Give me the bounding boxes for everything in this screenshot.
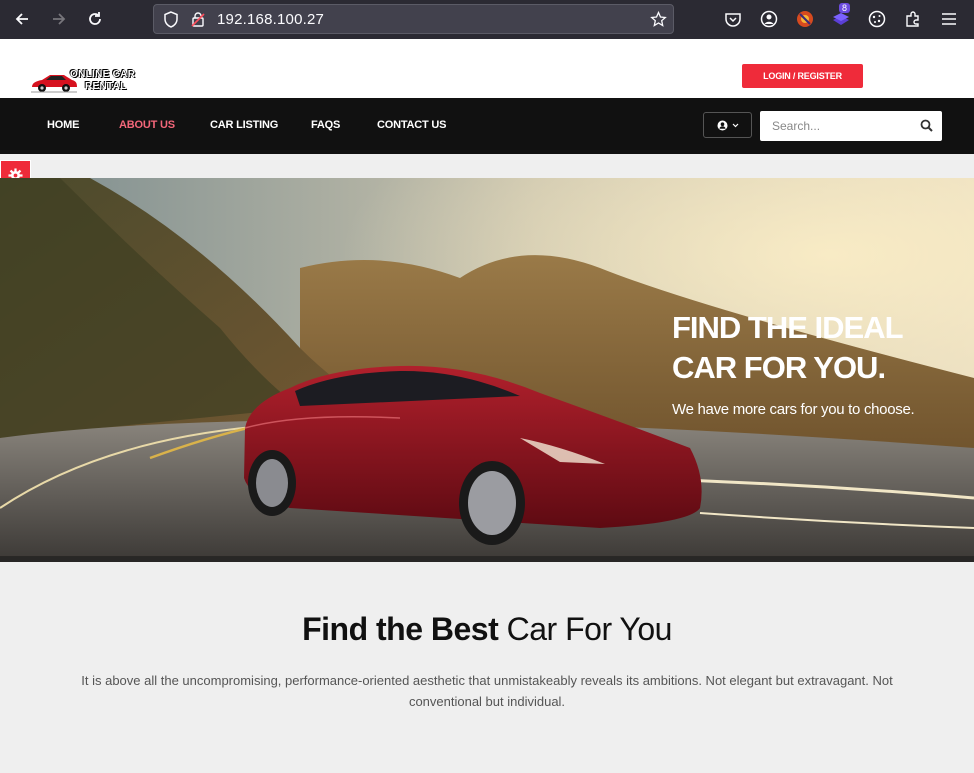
browser-toolbar: 192.168.100.27 8 — [0, 0, 974, 39]
address-bar[interactable]: 192.168.100.27 — [153, 4, 674, 34]
puzzle-icon — [906, 11, 919, 27]
hero-banner: FIND THE IDEAL CAR FOR YOU. We have more… — [0, 178, 974, 562]
hero-title: FIND THE IDEAL CAR FOR YOU. — [672, 308, 962, 388]
logo-text-line1: ONLINE CAR — [70, 69, 136, 81]
forward-button[interactable] — [48, 8, 70, 30]
section-title-bold: Find the Best — [302, 611, 499, 647]
site-header: ONLINE CAR RENTAL LOGIN / REGISTER — [0, 39, 974, 98]
site-logo[interactable]: ONLINE CAR RENTAL — [30, 68, 152, 96]
back-arrow-icon — [15, 13, 28, 25]
user-circle-icon — [717, 120, 727, 130]
nav-item-home[interactable]: HOME — [47, 119, 79, 131]
nav-item-about-us[interactable]: ABOUT US — [119, 119, 175, 131]
nav-item-faqs[interactable]: FAQS — [311, 119, 340, 131]
search-icon[interactable] — [920, 119, 933, 132]
nav-item-car-listing[interactable]: CAR LISTING — [210, 119, 278, 131]
user-dropdown-button[interactable] — [703, 112, 752, 138]
cookie-button[interactable] — [867, 9, 887, 29]
bookmark-star-icon[interactable] — [650, 11, 667, 28]
shield-icon[interactable] — [163, 11, 179, 28]
extension-red-icon — [797, 11, 813, 27]
extension-red-button[interactable] — [795, 9, 815, 29]
extension-purple-button[interactable]: 8 — [831, 3, 851, 29]
hamburger-menu-icon — [942, 13, 956, 25]
extension-badge: 8 — [839, 3, 851, 13]
hero-title-line2: CAR FOR YOU. — [672, 350, 886, 385]
pocket-button[interactable] — [723, 9, 743, 29]
search-field[interactable]: Search... — [760, 111, 942, 141]
menu-button[interactable] — [939, 9, 959, 29]
chevron-down-icon — [732, 123, 738, 127]
url-text[interactable]: 192.168.100.27 — [217, 11, 324, 28]
extensions-button[interactable] — [903, 9, 923, 29]
reload-icon — [89, 12, 101, 25]
back-button[interactable] — [11, 8, 33, 30]
search-placeholder[interactable]: Search... — [772, 119, 820, 133]
account-button[interactable] — [759, 9, 779, 29]
cookie-icon — [868, 10, 886, 28]
reload-button[interactable] — [84, 8, 106, 30]
section-title: Find the Best Car For You — [0, 611, 974, 648]
section-title-light: Car For You — [506, 611, 673, 647]
web-page: ONLINE CAR RENTAL LOGIN / REGISTER HOME … — [0, 39, 974, 773]
section-description: It is above all the uncompromising, perf… — [81, 673, 893, 709]
main-navbar: HOME ABOUT US CAR LISTING FAQS CONTACT U… — [0, 98, 974, 154]
nav-item-contact-us[interactable]: CONTACT US — [377, 119, 446, 131]
hero-title-line1: FIND THE IDEAL — [672, 310, 904, 345]
pocket-icon — [725, 13, 741, 27]
hero-subtitle: We have more cars for you to choose. — [672, 401, 915, 418]
forward-arrow-icon — [53, 13, 66, 25]
logo-text-line2: RENTAL — [85, 81, 127, 92]
account-icon — [760, 10, 778, 28]
insecure-lock-icon[interactable] — [190, 11, 206, 28]
login-register-button[interactable]: LOGIN / REGISTER — [742, 64, 863, 88]
